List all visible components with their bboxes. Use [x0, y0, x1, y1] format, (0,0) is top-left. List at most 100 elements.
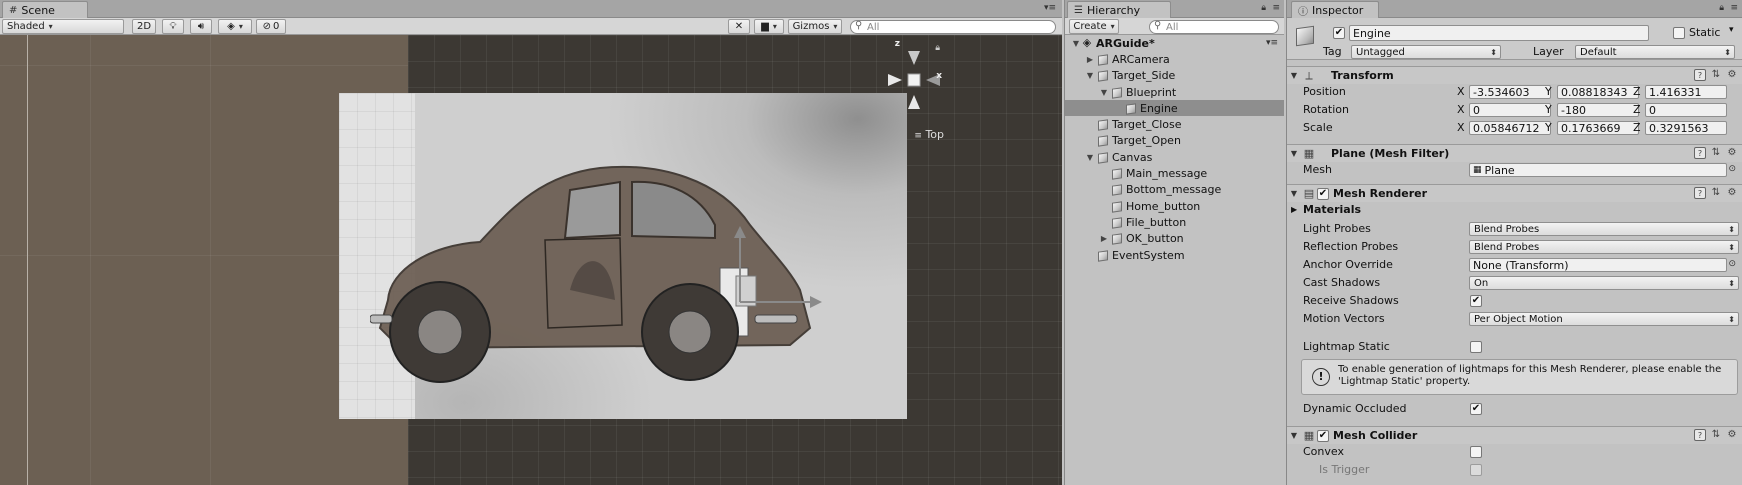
create-dropdown[interactable]: Create	[1069, 19, 1119, 34]
gizmos-dropdown[interactable]: Gizmos	[788, 19, 842, 34]
mode-2d-button[interactable]: 2D	[132, 19, 156, 34]
position-y-input[interactable]: 0.08818343	[1557, 85, 1639, 99]
rotation-z-axis-label[interactable]: Z	[1633, 103, 1641, 116]
camera-dropdown[interactable]: ▆	[754, 19, 784, 34]
fold-arrow-icon[interactable]: ▼	[1287, 149, 1301, 158]
is-trigger-checkbox[interactable]	[1470, 464, 1482, 476]
object-picker-icon[interactable]: ⊙	[1728, 259, 1736, 269]
hierarchy-item[interactable]: ▶Target_Open	[1065, 133, 1284, 149]
scene-options-icon[interactable]: ▾≡	[1266, 38, 1278, 48]
preset-icon[interactable]: ⇅	[1710, 147, 1722, 159]
audio-toggle-button[interactable]: 🔊︎	[190, 19, 212, 34]
rotation-x-input[interactable]: 0	[1469, 103, 1551, 117]
gizmo-x-arrow-icon[interactable]	[810, 296, 822, 308]
expand-arrow-down-icon[interactable]: ▼	[1099, 88, 1109, 97]
tag-dropdown[interactable]: Untagged	[1351, 45, 1501, 59]
scene-viewport[interactable]: z x 🔒︎ ≡ Top	[0, 35, 1062, 485]
lightmap-static-checkbox[interactable]	[1470, 341, 1482, 353]
panel-menu-icon[interactable]: ≡	[1730, 3, 1738, 13]
preset-icon[interactable]: ⇅	[1710, 69, 1722, 81]
static-dropdown-icon[interactable]: ▾	[1729, 25, 1734, 35]
mesh-renderer-enabled-checkbox[interactable]: ✔	[1317, 187, 1329, 200]
gizmo-neg-z-cone-icon[interactable]	[908, 95, 920, 109]
expand-arrow-down-icon[interactable]: ▼	[1085, 71, 1095, 80]
preset-icon[interactable]: ⇅	[1710, 187, 1722, 199]
hierarchy-item[interactable]: ▶EventSystem	[1065, 247, 1284, 263]
materials-fold-icon[interactable]: ▶	[1291, 205, 1297, 214]
panel-menu-icon[interactable]: ▾≡	[1044, 3, 1056, 13]
hierarchy-item[interactable]: ▶Main_message	[1065, 165, 1284, 181]
scene-search-input[interactable]: All	[850, 20, 1056, 34]
rotation-y-input[interactable]: -180	[1557, 103, 1639, 117]
hierarchy-item[interactable]: ▶Bottom_message	[1065, 182, 1284, 198]
help-book-icon[interactable]: ?	[1694, 69, 1706, 81]
scale-y-axis-label[interactable]: Y	[1545, 121, 1552, 134]
lock-icon[interactable]: 🔒︎	[1719, 3, 1724, 13]
lock-icon[interactable]: 🔒︎	[1261, 3, 1266, 13]
motion-vectors-dropdown[interactable]: Per Object Motion	[1469, 312, 1739, 326]
object-name-input[interactable]: Engine	[1349, 25, 1649, 41]
mesh-renderer-header[interactable]: ▼ ▤ ✔ Mesh Renderer ? ⇅ ⚙	[1287, 184, 1742, 202]
tab-hierarchy[interactable]: ☰ Hierarchy	[1067, 1, 1171, 18]
receive-shadows-checkbox[interactable]: ✔	[1470, 295, 1482, 307]
help-book-icon[interactable]: ?	[1694, 147, 1706, 159]
hierarchy-item[interactable]: ▶Home_button	[1065, 198, 1284, 214]
light-probes-dropdown[interactable]: Blend Probes	[1469, 222, 1739, 236]
scale-y-input[interactable]: 0.1763669	[1557, 121, 1639, 135]
position-z-axis-label[interactable]: Z	[1633, 85, 1641, 98]
hierarchy-search-input[interactable]: All	[1149, 20, 1279, 34]
fold-arrow-icon[interactable]: ▼	[1287, 431, 1301, 440]
expand-arrow-right-icon[interactable]: ▶	[1099, 234, 1109, 243]
tab-scene[interactable]: # Scene	[2, 1, 88, 18]
scale-z-axis-label[interactable]: Z	[1633, 121, 1641, 134]
cast-shadows-dropdown[interactable]: On	[1469, 276, 1739, 290]
mesh-collider-header[interactable]: ▼ ▦ ✔ Mesh Collider ? ⇅ ⚙	[1287, 426, 1742, 444]
hierarchy-item[interactable]: ▶Target_Close	[1065, 116, 1284, 132]
materials-row[interactable]: ▶ Materials	[1287, 202, 1742, 218]
gear-icon[interactable]: ⚙	[1726, 429, 1738, 441]
shading-mode-dropdown[interactable]: Shaded	[2, 19, 124, 34]
gizmo-z-cone-icon[interactable]	[908, 51, 920, 65]
orientation-gizmo[interactable]	[874, 43, 954, 123]
position-x-axis-label[interactable]: X	[1457, 85, 1465, 98]
hierarchy-item[interactable]: ▼ Blueprint	[1065, 84, 1284, 100]
view-orientation-label[interactable]: ≡ Top	[914, 128, 944, 141]
scale-x-input[interactable]: 0.05846712	[1469, 121, 1551, 135]
hierarchy-item[interactable]: ▼ ◈ ARGuide* ▾≡	[1065, 35, 1284, 51]
lighting-toggle-button[interactable]: 💡︎	[162, 19, 184, 34]
mesh-field[interactable]: ▦ Plane	[1469, 163, 1727, 177]
hierarchy-item[interactable]: ▶ ARCamera	[1065, 51, 1284, 67]
rotation-z-input[interactable]: 0	[1645, 103, 1727, 117]
transform-header[interactable]: ▼ ⟂ Transform ? ⇅ ⚙	[1287, 66, 1742, 84]
rotation-y-axis-label[interactable]: Y	[1545, 103, 1552, 116]
static-checkbox[interactable]	[1673, 27, 1685, 39]
hierarchy-item[interactable]: ▼ Canvas	[1065, 149, 1284, 165]
lock-icon[interactable]: 🔒︎	[935, 43, 940, 53]
panel-menu-icon[interactable]: ≡	[1272, 3, 1280, 13]
hidden-objects-toggle[interactable]: ⊘ 0	[256, 19, 286, 34]
position-y-axis-label[interactable]: Y	[1545, 85, 1552, 98]
expand-arrow-down-icon[interactable]: ▼	[1071, 39, 1081, 48]
layer-dropdown[interactable]: Default	[1575, 45, 1735, 59]
fold-arrow-icon[interactable]: ▼	[1287, 71, 1301, 80]
tools-button[interactable]: ✕	[728, 19, 750, 34]
expand-arrow-right-icon[interactable]: ▶	[1085, 55, 1095, 64]
position-z-input[interactable]: 1.416331	[1645, 85, 1727, 99]
gear-icon[interactable]: ⚙	[1726, 187, 1738, 199]
expand-arrow-down-icon[interactable]: ▼	[1085, 153, 1095, 162]
anchor-override-field[interactable]: None (Transform)	[1469, 258, 1727, 272]
help-book-icon[interactable]: ?	[1694, 187, 1706, 199]
mesh-filter-header[interactable]: ▼ ▦ Plane (Mesh Filter) ? ⇅ ⚙	[1287, 144, 1742, 162]
mesh-collider-enabled-checkbox[interactable]: ✔	[1317, 429, 1329, 442]
hierarchy-item[interactable]: ▶Engine	[1065, 100, 1284, 117]
active-checkbox[interactable]: ✔	[1333, 27, 1345, 39]
dynamic-occluded-checkbox[interactable]: ✔	[1470, 403, 1482, 415]
hierarchy-item[interactable]: ▶File_button	[1065, 214, 1284, 230]
preset-icon[interactable]: ⇅	[1710, 429, 1722, 441]
hierarchy-item[interactable]: ▶ OK_button	[1065, 231, 1284, 247]
effects-dropdown[interactable]: ◈	[218, 19, 252, 34]
rotation-x-axis-label[interactable]: X	[1457, 103, 1465, 116]
scale-x-axis-label[interactable]: X	[1457, 121, 1465, 134]
gizmo-center-cube-icon[interactable]	[907, 73, 921, 87]
tab-inspector[interactable]: ⓘ Inspector	[1291, 1, 1379, 18]
